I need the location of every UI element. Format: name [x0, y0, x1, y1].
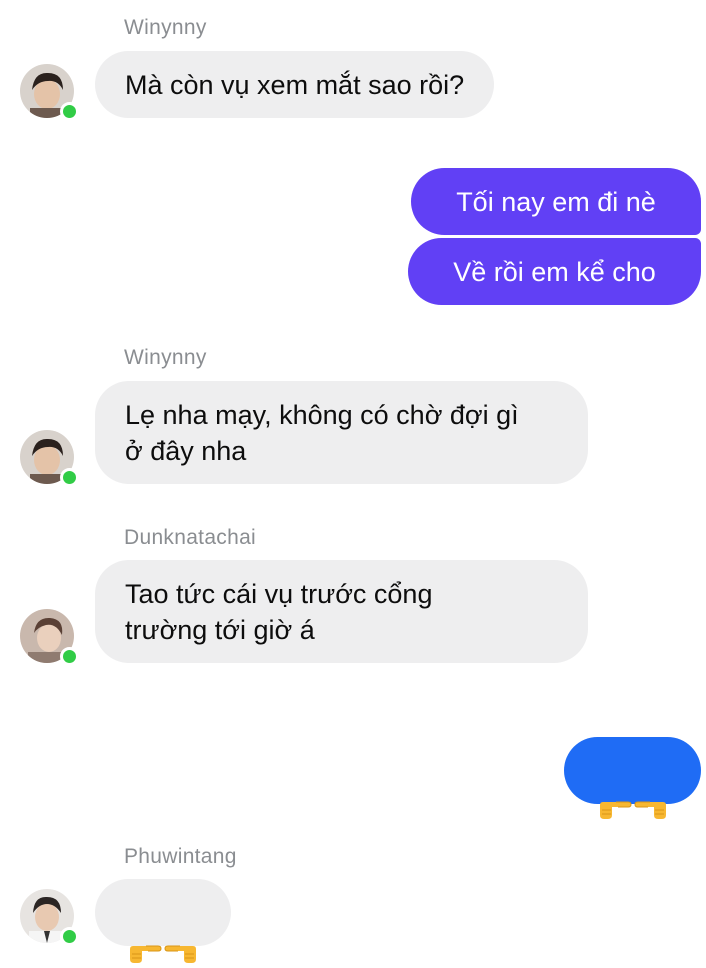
sender-name-dunknatachai: Dunknatachai	[124, 526, 257, 549]
sender-name-winynny: Winynny	[124, 16, 207, 39]
sender-name-winynny: Winynny	[124, 346, 207, 369]
pointing-fingers-icon	[598, 793, 668, 823]
avatar-winynny[interactable]	[20, 430, 79, 487]
avatar-winynny[interactable]	[20, 64, 79, 121]
avatar-dunknatachai[interactable]	[20, 609, 79, 666]
avatar-phuwintang[interactable]	[20, 889, 79, 946]
message-bubble-outgoing[interactable]: Về rồi em kể cho	[408, 238, 701, 305]
online-indicator	[60, 468, 79, 487]
online-indicator	[60, 647, 79, 666]
message-bubble-incoming[interactable]: Mà còn vụ xem mắt sao rồi?	[95, 51, 495, 118]
online-indicator	[60, 102, 79, 121]
message-bubble-incoming-emoji[interactable]	[95, 879, 231, 963]
message-bubble-outgoing-emoji[interactable]	[564, 737, 701, 819]
online-indicator	[60, 927, 79, 946]
message-bubble-incoming[interactable]: Tao tức cái vụ trước cổng trường tới giờ…	[95, 560, 588, 663]
message-bubble-incoming[interactable]: Lẹ nha mạy, không có chờ đợi gì ở đây nh…	[95, 381, 588, 484]
sender-name-phuwintang: Phuwintang	[124, 845, 237, 868]
message-bubble-outgoing[interactable]: Tối nay em đi nè	[411, 168, 701, 235]
